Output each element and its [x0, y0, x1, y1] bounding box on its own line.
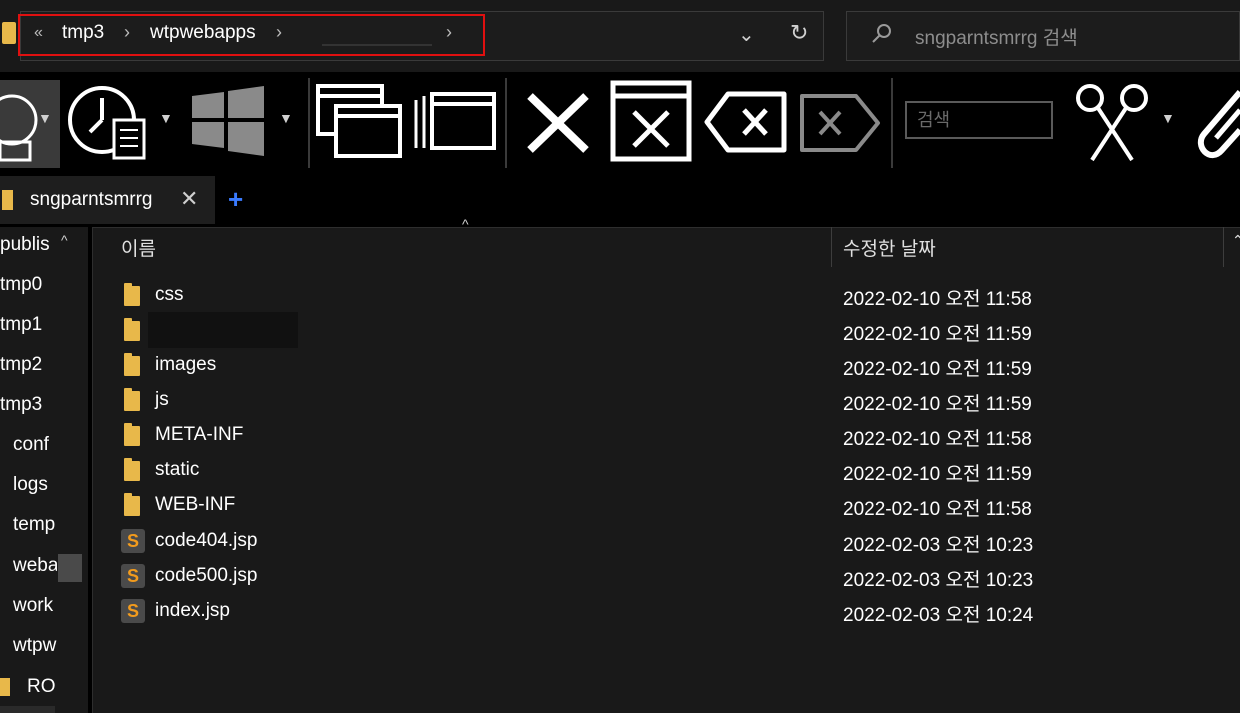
history-dropdown-icon[interactable]: ⌄: [738, 22, 755, 47]
scissors-icon[interactable]: [1074, 80, 1150, 164]
breadcrumb-separator-icon[interactable]: ›: [446, 22, 452, 43]
file-date: 2022-02-03 오전 10:23: [843, 535, 1034, 556]
sublime-file-icon: S: [121, 529, 145, 553]
toolbar-separator: [505, 78, 507, 168]
breadcrumb-redacted: [322, 44, 432, 46]
sidebar-item-work[interactable]: work: [13, 595, 57, 617]
breadcrumb-wtpwebapps[interactable]: wtpwebapps: [150, 22, 256, 44]
sidebar-item-weba[interactable]: weba: [13, 555, 57, 577]
search-icon: [872, 24, 891, 43]
windows-icon[interactable]: [190, 86, 266, 156]
tab-label: sngparntsmrrg: [30, 189, 153, 210]
file-name[interactable]: META-INF: [155, 424, 243, 446]
breadcrumb-separator-icon[interactable]: ›: [276, 22, 282, 43]
backspace-icon[interactable]: [704, 90, 788, 154]
dropdown-arrow-icon[interactable]: ▼: [38, 110, 52, 126]
file-name[interactable]: WEB-INF: [155, 494, 235, 516]
folder-icon: [124, 388, 140, 411]
add-tab-icon[interactable]: +: [228, 184, 243, 215]
file-date: 2022-02-03 오전 10:23: [843, 570, 1034, 591]
sidebar-item-tmp1[interactable]: tmp1: [0, 314, 42, 336]
file-list-pane: [92, 227, 1240, 713]
sidebar-item-publis[interactable]: publis: [0, 234, 58, 256]
folder-icon: [2, 190, 13, 210]
file-date: 2022-02-10 오전 11:59: [843, 394, 1032, 415]
dropdown-arrow-icon[interactable]: ▼: [1161, 110, 1175, 126]
file-name[interactable]: css: [155, 284, 184, 306]
folder-icon: [0, 678, 10, 696]
file-date: 2022-02-10 오전 11:58: [843, 429, 1032, 450]
close-tab-icon[interactable]: ✕: [180, 186, 198, 212]
toolbar-separator: [308, 78, 310, 168]
sidebar-scrollbar[interactable]: [58, 554, 82, 582]
tag-close-icon[interactable]: [798, 92, 882, 154]
dropdown-arrow-icon[interactable]: ▼: [159, 110, 173, 126]
folder-icon: [124, 458, 140, 481]
file-name[interactable]: static: [155, 459, 199, 481]
folder-icon: [124, 283, 140, 306]
sidebar-item-root[interactable]: RO: [27, 676, 57, 698]
breadcrumb-overflow-icon[interactable]: «: [34, 24, 43, 42]
folder-icon: [124, 423, 140, 446]
new-window-icon[interactable]: [316, 84, 402, 158]
redacted-name: [148, 312, 298, 348]
column-header-next[interactable]: ⌃: [1232, 232, 1240, 249]
close-window-icon[interactable]: [610, 80, 692, 162]
cascade-windows-icon[interactable]: [414, 92, 496, 152]
breadcrumb-separator-icon[interactable]: ›: [124, 22, 130, 43]
file-date: 2022-02-10 오전 11:58: [843, 289, 1032, 310]
file-name[interactable]: images: [155, 354, 216, 376]
sidebar-item-wtpw[interactable]: wtpw: [13, 635, 57, 657]
file-date: 2022-02-03 오전 10:24: [843, 605, 1034, 626]
file-name[interactable]: code404.jsp: [155, 530, 257, 552]
sort-indicator-icon: ^: [462, 216, 469, 232]
file-name[interactable]: code500.jsp: [155, 565, 257, 587]
column-divider[interactable]: [831, 227, 832, 267]
sidebar-item-temp[interactable]: temp: [13, 514, 57, 536]
folder-icon: [2, 22, 16, 44]
file-date: 2022-02-10 오전 11:59: [843, 464, 1032, 485]
paperclip-icon[interactable]: [1192, 80, 1240, 164]
sublime-file-icon: S: [121, 564, 145, 588]
sidebar-item-logs[interactable]: logs: [13, 474, 48, 496]
file-name[interactable]: js: [155, 389, 169, 411]
folder-icon: [124, 318, 140, 341]
breadcrumb-tmp3[interactable]: tmp3: [62, 22, 104, 44]
folder-icon: [124, 493, 140, 516]
file-date: 2022-02-10 오전 11:59: [843, 324, 1032, 345]
column-header-date[interactable]: 수정한 날짜: [843, 234, 936, 261]
sublime-file-icon: S: [121, 599, 145, 623]
folder-icon: [124, 353, 140, 376]
sidebar-item-tmp2[interactable]: tmp2: [0, 354, 42, 376]
close-icon[interactable]: [526, 92, 590, 154]
collapse-icon[interactable]: ^: [61, 232, 68, 248]
file-date: 2022-02-10 오전 11:58: [843, 499, 1032, 520]
sidebar-item-tmp3[interactable]: tmp3: [0, 394, 42, 416]
dropdown-arrow-icon[interactable]: ▼: [279, 110, 293, 126]
recent-files-icon[interactable]: [66, 82, 150, 162]
column-divider[interactable]: [1223, 227, 1224, 267]
refresh-icon[interactable]: ↻: [790, 20, 808, 46]
column-header-name[interactable]: 이름: [121, 234, 156, 261]
sidebar-item-tmp0[interactable]: tmp0: [0, 274, 42, 296]
sidebar-item-conf[interactable]: conf: [13, 434, 49, 456]
toolbar-separator: [891, 78, 893, 168]
file-name[interactable]: index.jsp: [155, 600, 230, 622]
search-placeholder: sngparntsmrrg 검색: [915, 28, 1078, 49]
sidebar-bottom: [0, 706, 55, 713]
toolbar-search-placeholder: 검색: [917, 110, 951, 130]
file-date: 2022-02-10 오전 11:59: [843, 359, 1032, 380]
